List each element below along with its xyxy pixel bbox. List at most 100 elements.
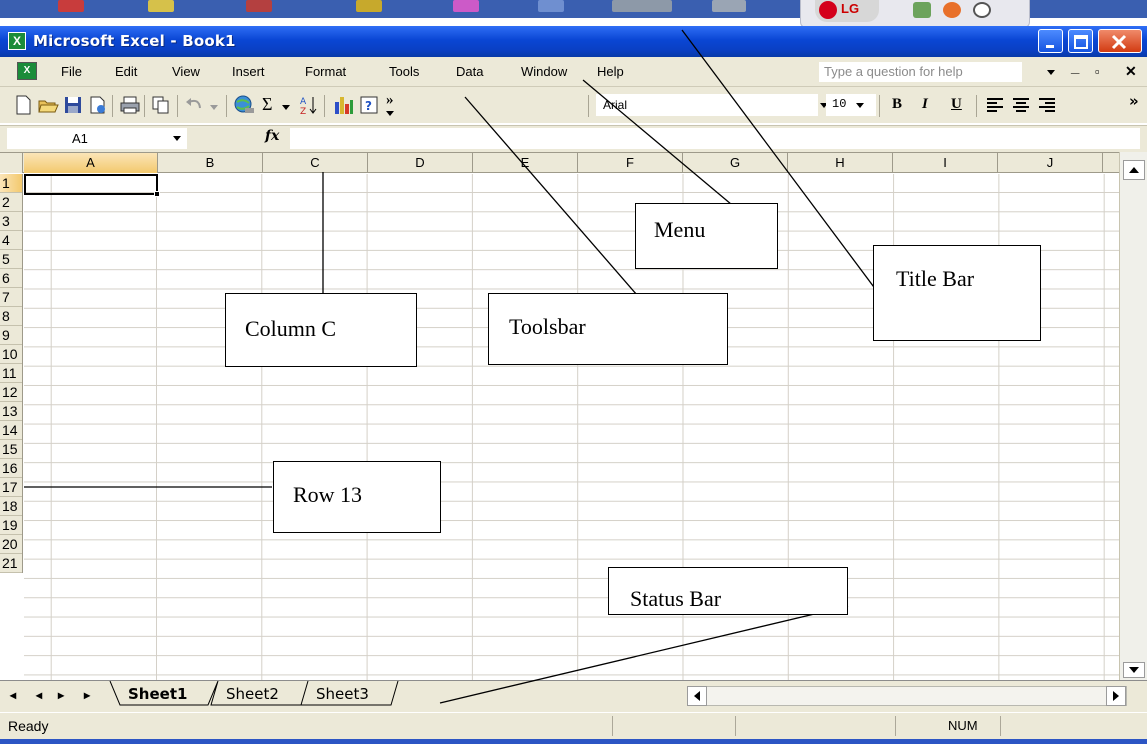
menu-edit[interactable]: Edit bbox=[115, 64, 137, 79]
new-icon[interactable] bbox=[12, 94, 34, 116]
desktop-icon[interactable] bbox=[246, 0, 272, 12]
row-header[interactable]: 8 bbox=[0, 307, 22, 326]
desktop-icon[interactable] bbox=[538, 0, 564, 12]
save-icon[interactable] bbox=[62, 94, 84, 116]
lg-badge[interactable]: LG bbox=[815, 0, 879, 22]
row-header[interactable]: 15 bbox=[0, 440, 22, 459]
workbook-restore-button[interactable]: ▫ bbox=[1095, 64, 1100, 79]
excel-icon[interactable]: X bbox=[8, 32, 26, 50]
hyperlink-icon[interactable] bbox=[233, 94, 255, 116]
desktop-icon[interactable] bbox=[58, 0, 84, 12]
row-header[interactable]: 13 bbox=[0, 402, 22, 421]
column-header-j[interactable]: J bbox=[998, 153, 1103, 173]
name-box[interactable]: A1 bbox=[7, 128, 187, 149]
align-center-icon[interactable] bbox=[1010, 94, 1032, 116]
title-bar[interactable]: X Microsoft Excel - Book1 bbox=[0, 26, 1147, 57]
workbook-close-button[interactable]: ✕ bbox=[1125, 63, 1137, 80]
column-header-d[interactable]: D bbox=[368, 153, 473, 173]
row-header[interactable]: 2 bbox=[0, 193, 22, 212]
column-header-f[interactable]: F bbox=[578, 153, 683, 173]
row-header[interactable]: 9 bbox=[0, 326, 22, 345]
active-cell[interactable] bbox=[24, 174, 160, 197]
help-icon[interactable]: ? bbox=[358, 94, 380, 116]
previous-sheet-button[interactable]: ◂ bbox=[36, 688, 42, 702]
align-left-icon[interactable] bbox=[984, 94, 1006, 116]
menu-help[interactable]: Help bbox=[597, 64, 624, 79]
bold-button[interactable]: B bbox=[892, 96, 902, 113]
autosum-dropdown-arrow[interactable] bbox=[282, 105, 290, 110]
toolbar-options-arrow[interactable] bbox=[386, 111, 394, 116]
row-header[interactable]: 7 bbox=[0, 288, 22, 307]
undo-dropdown-arrow[interactable] bbox=[210, 105, 218, 110]
column-header-i[interactable]: I bbox=[893, 153, 998, 173]
row-header[interactable]: 1 bbox=[0, 174, 22, 193]
menu-window[interactable]: Window bbox=[521, 64, 567, 79]
first-sheet-button[interactable]: ◂ bbox=[10, 688, 16, 702]
menu-tools[interactable]: Tools bbox=[389, 64, 419, 79]
network-icon[interactable] bbox=[913, 2, 931, 18]
help-question-input[interactable]: Type a question for help bbox=[819, 62, 1022, 82]
row-header[interactable]: 19 bbox=[0, 516, 22, 535]
font-name-box[interactable]: Arial bbox=[596, 94, 818, 116]
font-size-dropdown-arrow[interactable] bbox=[856, 103, 864, 108]
scroll-left-button[interactable] bbox=[687, 686, 707, 706]
horizontal-scrollbar[interactable] bbox=[687, 686, 1127, 706]
desktop-icon[interactable] bbox=[356, 0, 382, 12]
italic-button[interactable]: I bbox=[922, 96, 928, 113]
last-sheet-button[interactable]: ▸ bbox=[84, 688, 90, 702]
scroll-up-button[interactable] bbox=[1123, 160, 1145, 180]
vertical-scrollbar[interactable] bbox=[1119, 152, 1147, 680]
row-header[interactable]: 12 bbox=[0, 383, 22, 402]
desktop-icon[interactable] bbox=[453, 0, 479, 12]
scroll-down-button[interactable] bbox=[1123, 662, 1145, 678]
row-header[interactable]: 5 bbox=[0, 250, 22, 269]
print-icon[interactable] bbox=[119, 94, 141, 116]
row-header[interactable]: 18 bbox=[0, 497, 22, 516]
row-header[interactable]: 17 bbox=[0, 478, 22, 497]
desktop-icon[interactable] bbox=[712, 0, 746, 12]
menu-file[interactable]: File bbox=[61, 64, 82, 79]
chart-wizard-icon[interactable] bbox=[332, 94, 354, 116]
row-header[interactable]: 6 bbox=[0, 269, 22, 288]
menu-data[interactable]: Data bbox=[456, 64, 483, 79]
insert-function-button[interactable]: fx bbox=[265, 128, 279, 144]
menu-insert[interactable]: Insert bbox=[232, 64, 265, 79]
row-header[interactable]: 10 bbox=[0, 345, 22, 364]
row-header[interactable]: 16 bbox=[0, 459, 22, 478]
row-header[interactable]: 21 bbox=[0, 554, 22, 573]
workbook-minimize-button[interactable]: _ bbox=[1071, 59, 1079, 76]
select-all-button[interactable] bbox=[0, 153, 23, 173]
fill-handle[interactable] bbox=[154, 191, 160, 197]
row-header[interactable]: 3 bbox=[0, 212, 22, 231]
column-header-c[interactable]: C bbox=[263, 153, 368, 173]
underline-button[interactable]: U bbox=[951, 96, 962, 113]
open-icon[interactable] bbox=[37, 94, 59, 116]
sheet-tab-sheet3[interactable]: Sheet3 bbox=[316, 683, 369, 705]
column-header-h[interactable]: H bbox=[788, 153, 893, 173]
close-button[interactable] bbox=[1098, 29, 1142, 53]
formula-input[interactable] bbox=[290, 128, 1140, 149]
autosum-icon[interactable]: Σ bbox=[262, 94, 272, 115]
column-header-g[interactable]: G bbox=[683, 153, 788, 173]
menu-format[interactable]: Format bbox=[305, 64, 346, 79]
column-header-a[interactable]: A bbox=[24, 153, 158, 173]
minimize-button[interactable] bbox=[1038, 29, 1063, 53]
permission-icon[interactable] bbox=[87, 94, 109, 116]
workbook-icon[interactable]: X bbox=[17, 62, 37, 80]
chevron-down-icon[interactable] bbox=[973, 2, 991, 18]
name-box-dropdown-arrow[interactable] bbox=[173, 136, 181, 141]
menu-view[interactable]: View bbox=[172, 64, 200, 79]
desktop-icon[interactable] bbox=[612, 0, 672, 12]
row-header[interactable]: 14 bbox=[0, 421, 22, 440]
firefox-icon[interactable] bbox=[943, 2, 961, 18]
row-header[interactable]: 4 bbox=[0, 231, 22, 250]
row-header[interactable]: 11 bbox=[0, 364, 22, 383]
copy-icon[interactable] bbox=[150, 94, 172, 116]
undo-icon[interactable] bbox=[183, 94, 205, 116]
column-header-b[interactable]: B bbox=[158, 153, 263, 173]
help-dropdown-arrow[interactable] bbox=[1047, 70, 1055, 75]
desktop-icon[interactable] bbox=[148, 0, 174, 12]
scroll-right-button[interactable] bbox=[1106, 686, 1126, 706]
sheet-tab-sheet2[interactable]: Sheet2 bbox=[226, 683, 279, 705]
column-header-e[interactable]: E bbox=[473, 153, 578, 173]
